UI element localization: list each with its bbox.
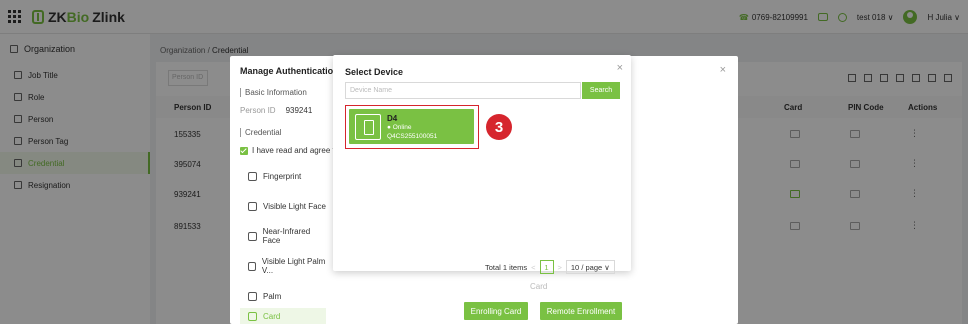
device-card-body[interactable]: D4 ● Online Q4CS255100051 (349, 109, 474, 144)
person-id-info: Person ID 939241 (240, 106, 313, 115)
page-1-button[interactable]: 1 (539, 260, 554, 274)
device-icon (355, 114, 381, 140)
basic-info-heading: Basic Information (240, 88, 307, 97)
device-status: ● Online (387, 124, 412, 131)
palm-icon (248, 291, 257, 301)
method-card[interactable]: Card (240, 308, 326, 324)
device-name-input[interactable]: Device Name (345, 82, 581, 99)
device-name: D4 (387, 114, 398, 123)
dialog-title: Select Device (345, 67, 404, 77)
dialog-title: Manage Authenticatior (240, 66, 337, 76)
card-icon (248, 311, 257, 321)
infrared-face-icon (248, 231, 257, 241)
prev-page-button[interactable]: < (531, 263, 535, 272)
method-near-infrared-face[interactable]: Near-Infrared Face (240, 222, 326, 250)
method-visible-light-palm[interactable]: Visible Light Palm V... (240, 252, 326, 280)
agreement-checkbox[interactable]: I have read and agree to (240, 146, 339, 155)
search-button[interactable]: Search (582, 82, 620, 99)
checkbox-icon[interactable] (240, 146, 248, 155)
step-number-badge: 3 (486, 114, 512, 140)
fingerprint-icon (248, 171, 257, 181)
close-icon[interactable]: × (617, 62, 623, 74)
face-icon (248, 201, 257, 211)
credential-heading: Credential (240, 128, 281, 137)
page-size-select[interactable]: 10 / page ∨ (565, 260, 615, 274)
close-icon[interactable]: × (720, 64, 726, 76)
next-page-button[interactable]: > (558, 263, 562, 272)
select-device-dialog: Select Device × Device Name Search D4 ● … (333, 55, 631, 274)
palm-vein-icon (248, 261, 256, 271)
pagination: Total 1 items < 1 > 10 / page ∨ (485, 260, 615, 274)
device-serial: Q4CS255100051 (387, 133, 438, 140)
remote-enrollment-button[interactable]: Remote Enrollment (540, 302, 622, 320)
device-card[interactable]: D4 ● Online Q4CS255100051 (345, 105, 479, 149)
method-fingerprint[interactable]: Fingerprint (240, 162, 326, 190)
method-palm[interactable]: Palm (240, 282, 326, 310)
total-count: Total 1 items (485, 262, 528, 272)
method-visible-light-face[interactable]: Visible Light Face (240, 192, 326, 220)
card-label: Card (530, 282, 548, 291)
enrolling-card-button[interactable]: Enrolling Card (464, 302, 528, 320)
